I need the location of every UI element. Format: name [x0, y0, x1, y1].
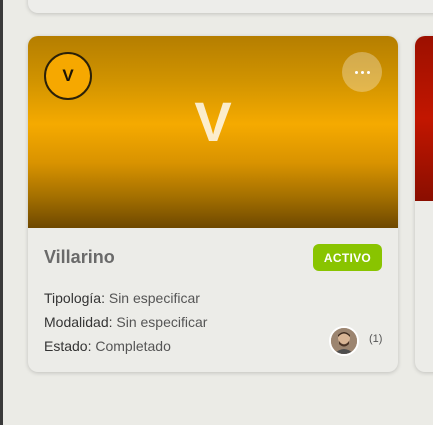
field-value: Sin especificar [116, 314, 208, 330]
members-count: (1) [369, 333, 383, 345]
more-horizontal-icon[interactable] [342, 52, 382, 92]
project-name: Villarino [44, 247, 115, 267]
field-value: Sin especificar [108, 290, 200, 306]
next-card-banner [415, 36, 433, 201]
project-card[interactable]: V V Villarino ACTIVO Tipología: Sin espe… [28, 36, 398, 372]
user-avatar[interactable] [329, 326, 359, 356]
page-left-edge [0, 0, 3, 425]
field-estado: Estado: Completado [44, 338, 171, 354]
card-banner: V V [28, 36, 398, 228]
field-label: Modalidad: [44, 314, 113, 330]
status-badge: ACTIVO [313, 244, 382, 271]
field-value: Completado [95, 338, 171, 354]
field-label: Estado: [44, 338, 92, 354]
field-label: Tipología: [44, 290, 105, 306]
next-card[interactable] [415, 36, 433, 372]
field-tipologia: Tipología: Sin especificar [44, 290, 200, 306]
initial-badge: V [44, 52, 92, 100]
field-modalidad: Modalidad: Sin especificar [44, 314, 207, 330]
previous-card[interactable] [28, 0, 433, 13]
banner-letter: V [194, 90, 232, 153]
